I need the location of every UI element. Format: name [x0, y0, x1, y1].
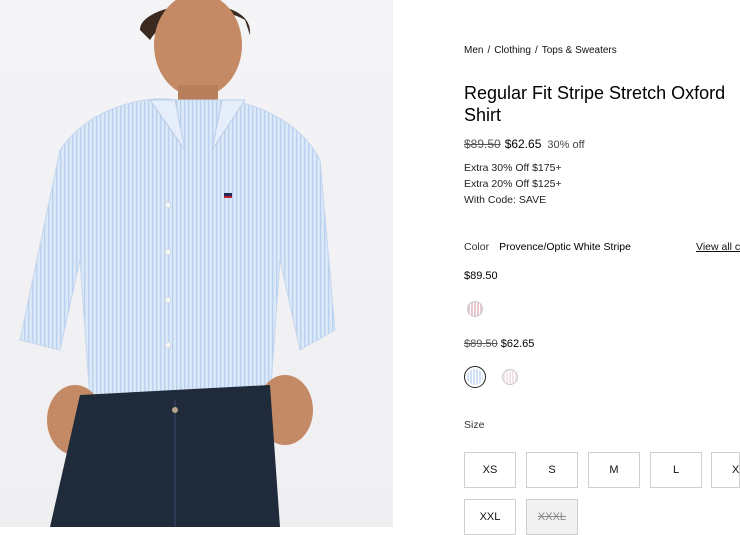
- promotion-item: Extra 20% Off $125+: [464, 178, 562, 190]
- selected-color-name: Provence/Optic White Stripe: [499, 241, 631, 253]
- discount-badge: 30% off: [547, 139, 585, 151]
- size-option-xxl[interactable]: XXL: [464, 499, 516, 535]
- color-swatch-blue-stripe[interactable]: [464, 366, 486, 388]
- color-label: Color: [464, 241, 490, 253]
- view-all-colors-link[interactable]: View all c: [696, 241, 740, 253]
- size-option-xxxl[interactable]: XXXL: [526, 499, 578, 535]
- swatch-group-price: $89.50 $62.65: [464, 338, 534, 350]
- size-option-l[interactable]: L: [650, 452, 702, 488]
- promotion-item: Extra 30% Off $175+: [464, 162, 562, 174]
- original-price: $89.50: [464, 137, 501, 151]
- price-row: $89.50 $62.65 30% off: [464, 137, 585, 151]
- swatch-group-price: $89.50: [464, 270, 498, 282]
- breadcrumb-separator: /: [534, 45, 538, 56]
- breadcrumb: Men / Clothing / Tops & Sweaters: [464, 45, 617, 56]
- color-swatch-pink-stripe[interactable]: [502, 369, 518, 385]
- size-option-s[interactable]: S: [526, 452, 578, 488]
- product-info-panel: Men / Clothing / Tops & Sweaters Regular Fit…: [464, 0, 740, 535]
- product-title: Regular Fit Stripe Stretch Oxford Shirt: [464, 83, 726, 125]
- sale-price: $62.65: [504, 137, 542, 151]
- promotion-item: With Code: SAVE: [464, 194, 547, 206]
- size-label: Size: [464, 419, 485, 431]
- color-swatch-red-stripe[interactable]: [467, 301, 483, 317]
- size-option-m[interactable]: M: [588, 452, 640, 488]
- size-option-xs[interactable]: XS: [464, 452, 516, 488]
- breadcrumb-clothing[interactable]: Clothing: [494, 45, 531, 56]
- breadcrumb-separator: /: [487, 45, 491, 56]
- swatch-fill: [467, 369, 483, 385]
- promotions-list: Extra 30% Off $175+ Extra 20% Off $125+ …: [464, 160, 562, 208]
- color-row: Color Provence/Optic White Stripe View al…: [464, 241, 740, 253]
- size-option-xl[interactable]: XL: [711, 452, 740, 488]
- swatch-group-original-price: $89.50: [464, 338, 498, 350]
- swatch-group-sale-price: $62.65: [500, 338, 535, 350]
- breadcrumb-tops-sweaters[interactable]: Tops & Sweaters: [542, 45, 617, 56]
- model-illustration: [19, 0, 336, 527]
- breadcrumb-men[interactable]: Men: [464, 45, 483, 56]
- product-image[interactable]: [0, 0, 393, 527]
